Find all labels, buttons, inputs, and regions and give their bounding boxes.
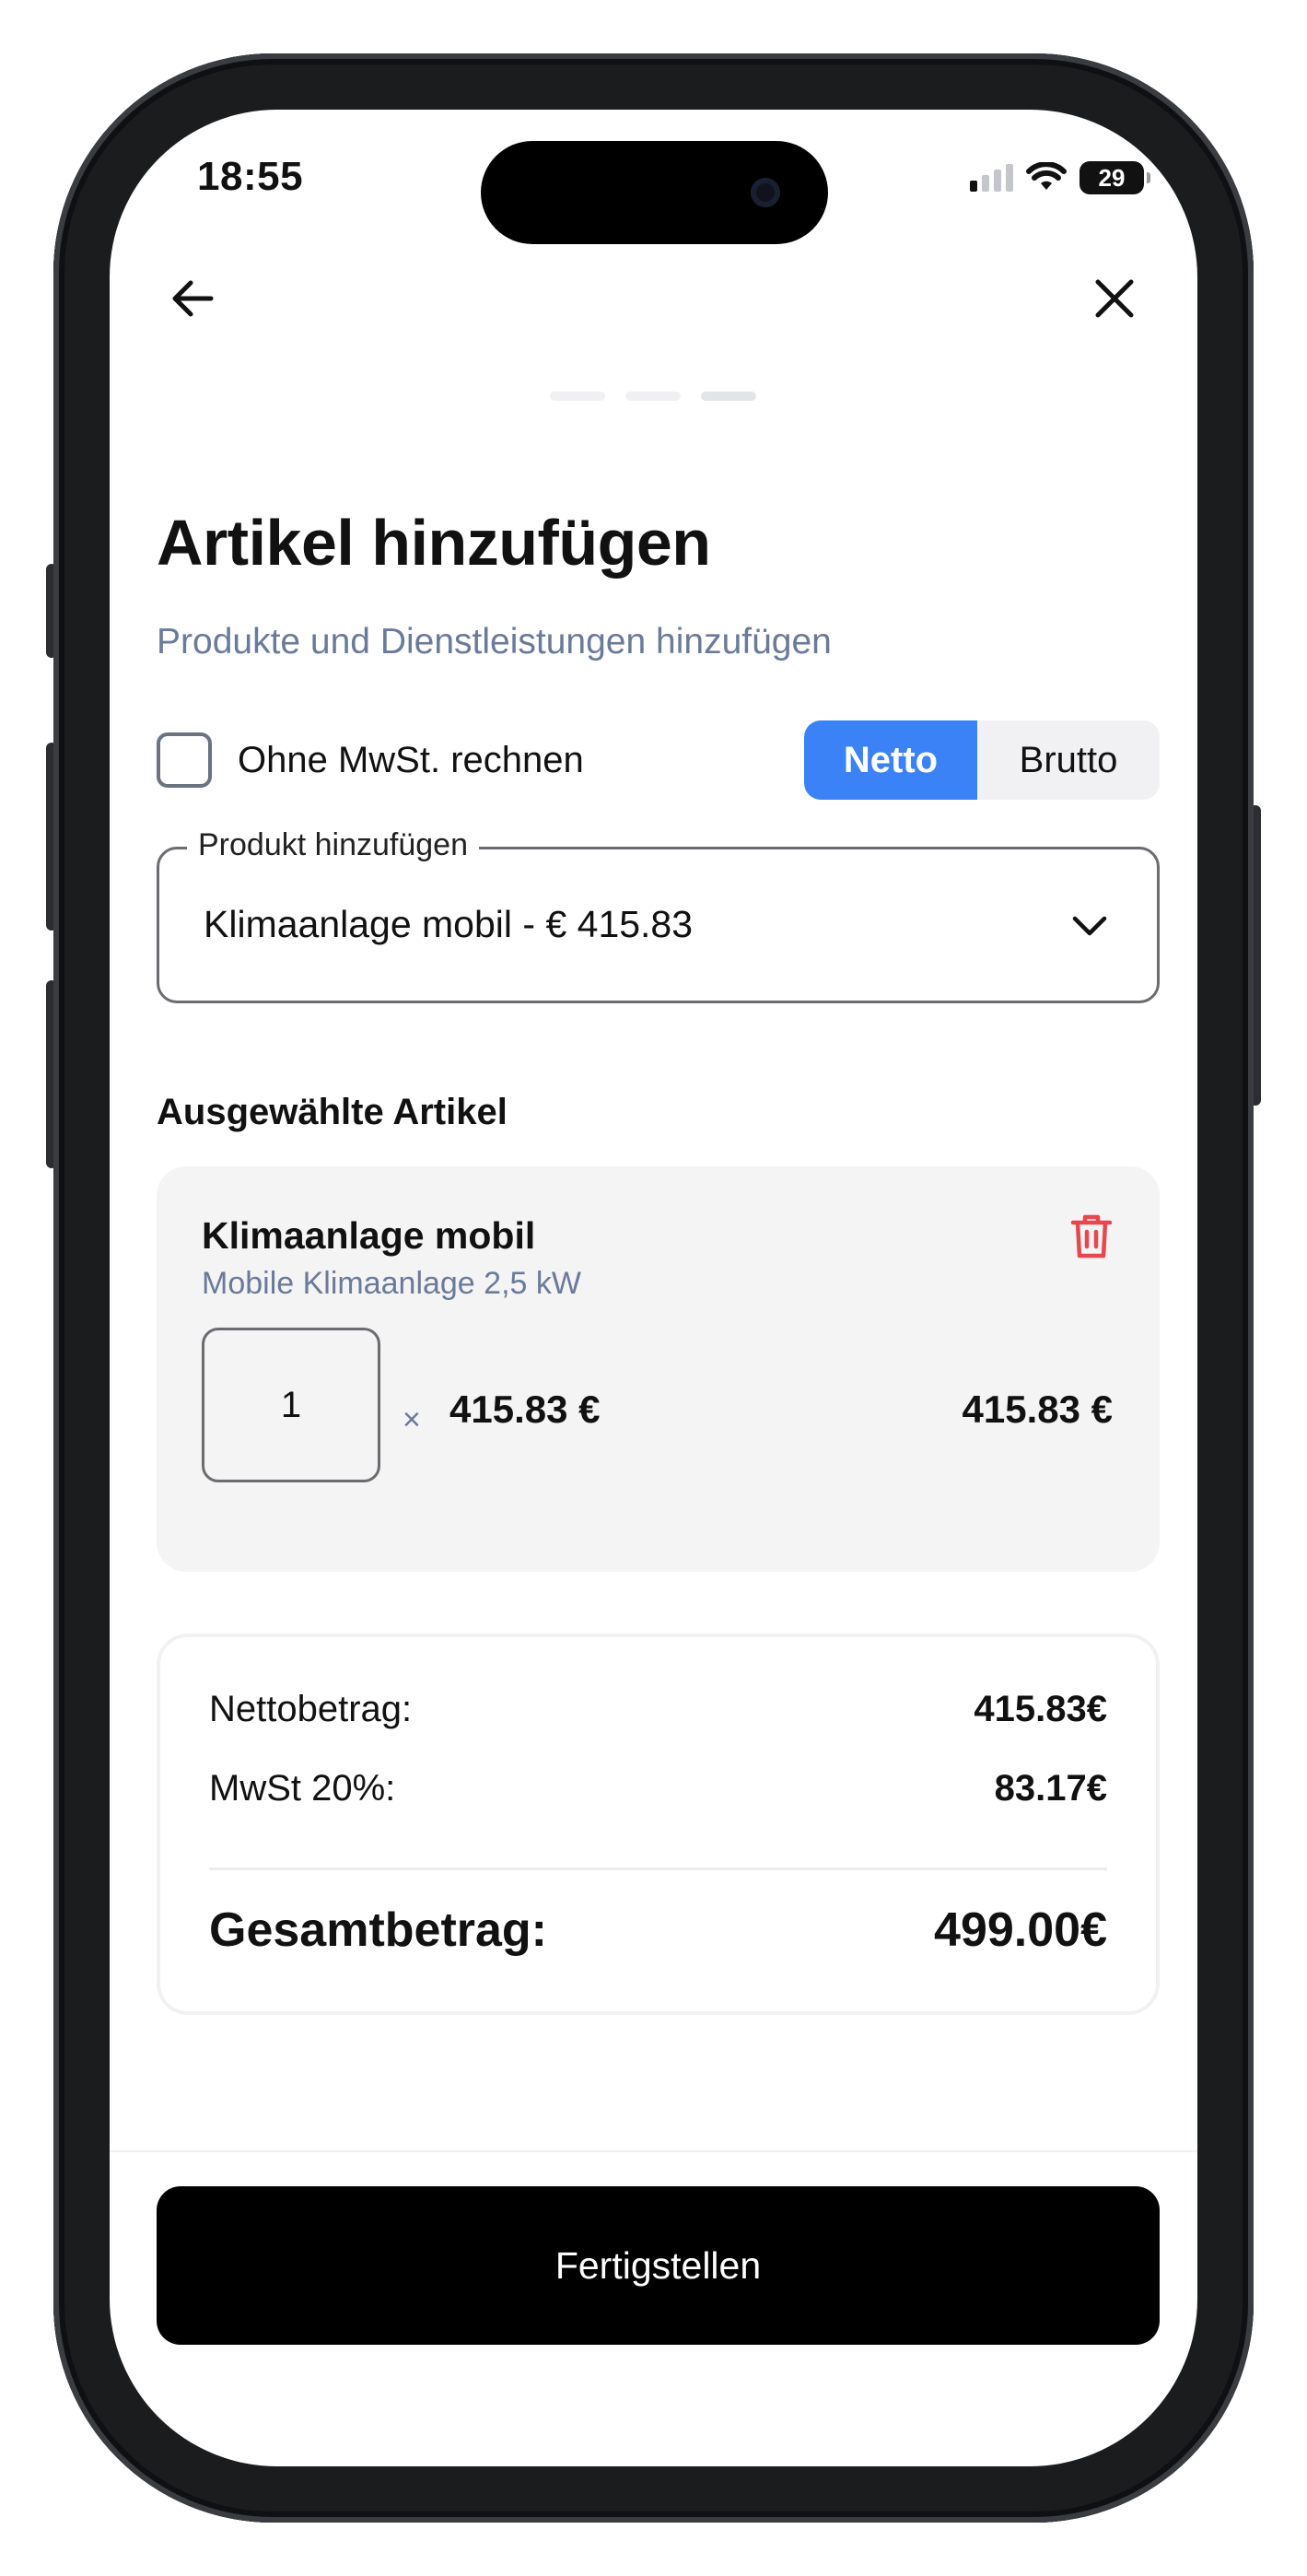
footer-divider: [110, 2150, 1197, 2152]
step-dot-active: [701, 392, 756, 401]
summary-divider: [209, 1868, 1107, 1870]
app-screen: 18:55 29 Artikel hinzufügen Produkte und…: [110, 110, 1197, 2466]
net-amount-value: 415.83€: [974, 1689, 1107, 1729]
vat-label: MwSt 20%:: [209, 1768, 396, 1809]
total-value: 499.00€: [934, 1903, 1107, 1957]
total-label: Gesamtbetrag:: [209, 1903, 547, 1957]
item-description: Mobile Klimaanlage 2,5 kW: [202, 1266, 581, 1301]
trash-icon: [1070, 1214, 1113, 1259]
chevron-down-icon: [1067, 903, 1113, 949]
vat-row: MwSt 20%: 83.17€: [209, 1768, 1107, 1809]
net-amount-label: Nettobetrag:: [209, 1689, 413, 1729]
list-item: Klimaanlage mobil Mobile Klimaanlage 2,5…: [157, 1166, 1160, 1572]
delete-item-button[interactable]: [1064, 1209, 1119, 1264]
netto-button[interactable]: Netto: [804, 720, 977, 800]
unit-price: 415.83 €: [449, 1388, 601, 1431]
step-dot: [625, 392, 681, 401]
total-row: Gesamtbetrag: 499.00€: [209, 1903, 1107, 1958]
close-icon: [1095, 279, 1134, 318]
quantity-input[interactable]: 1: [202, 1328, 380, 1482]
product-select[interactable]: Produkt hinzufügen Klimaanlage mobil - €…: [157, 827, 1160, 1003]
brutto-button[interactable]: Brutto: [977, 720, 1160, 800]
status-icons: 29: [970, 161, 1150, 194]
page-subtitle: Produkte und Dienstleistungen hinzufügen: [157, 622, 832, 662]
price-mode-toggle[interactable]: Netto Brutto: [804, 720, 1160, 800]
wifi-icon: [1026, 162, 1067, 190]
product-select-label: Produkt hinzufügen: [187, 827, 479, 863]
vat-value: 83.17€: [994, 1768, 1107, 1809]
status-time: 18:55: [197, 154, 304, 199]
step-indicator: [550, 392, 756, 401]
battery-icon: 29: [1079, 161, 1150, 194]
multiply-sign: ×: [403, 1402, 421, 1437]
cellular-signal-icon: [970, 164, 1013, 192]
no-vat-option[interactable]: Ohne MwSt. rechnen: [157, 732, 584, 788]
selected-items-heading: Ausgewählte Artikel: [157, 1092, 508, 1132]
summary-card: Nettobetrag: 415.83€ MwSt 20%: 83.17€ Ge…: [157, 1633, 1160, 2015]
page-title: Artikel hinzufügen: [157, 507, 711, 579]
product-select-value: Klimaanlage mobil - € 415.83: [204, 903, 694, 945]
close-button[interactable]: [1082, 266, 1147, 331]
front-camera: [751, 178, 780, 207]
net-amount-row: Nettobetrag: 415.83€: [209, 1689, 1107, 1730]
no-vat-checkbox[interactable]: [157, 732, 212, 788]
dynamic-island: [481, 141, 828, 244]
step-dot: [550, 392, 605, 401]
line-total: 415.83 €: [962, 1388, 1114, 1431]
finish-button[interactable]: Fertigstellen: [157, 2186, 1160, 2345]
item-name: Klimaanlage mobil: [202, 1214, 536, 1257]
battery-level: 29: [1098, 163, 1126, 192]
no-vat-label: Ohne MwSt. rechnen: [238, 739, 584, 780]
back-button[interactable]: [160, 266, 225, 331]
arrow-left-icon: [172, 280, 214, 317]
